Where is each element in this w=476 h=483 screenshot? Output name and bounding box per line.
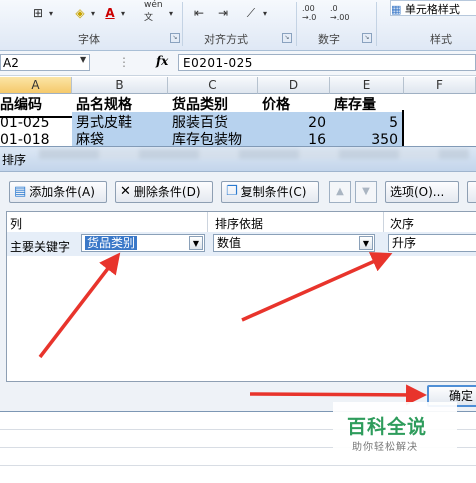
column-header-f[interactable]: F <box>404 77 476 94</box>
chevron-down-icon[interactable]: ▾ <box>118 4 128 22</box>
chevron-down-icon[interactable]: ▼ <box>80 55 86 64</box>
delete-level-label: 删除条件(D) <box>133 185 201 199</box>
delete-icon: ✕ <box>120 184 131 199</box>
chevron-down-icon[interactable]: ▼ <box>359 236 373 250</box>
phonetic-icon[interactable]: wén 文 <box>144 0 166 23</box>
table-cell[interactable]: 16 <box>258 130 330 146</box>
watermark-subtitle: 助你轻松解决 <box>352 442 418 453</box>
indent-decrease-icon[interactable]: ⇤ <box>190 4 208 22</box>
chevron-down-icon[interactable]: ▼ <box>189 236 203 250</box>
column-header-d[interactable]: D <box>258 77 330 94</box>
cell-styles-label: 单元格样式 <box>404 3 460 16</box>
group-label-alignment: 对齐方式 <box>204 33 248 46</box>
primary-key-label: 主要关键字 <box>10 240 71 254</box>
font-launcher-icon[interactable]: ↘ <box>170 33 180 43</box>
sort-levels-grid: 列 排序依据 次序 主要关键字 货品类别 ▼ 数值 ▼ 升序 <box>6 211 476 382</box>
copy-level-button[interactable]: ❐ 复制条件(C) <box>221 181 319 203</box>
column-header-b[interactable]: B <box>72 77 168 94</box>
dots-icon: ⋮ <box>118 55 130 69</box>
table-cell[interactable]: 库存包装物 <box>168 130 258 146</box>
alignment-launcher-icon[interactable]: ↘ <box>282 33 292 43</box>
watermark: 百科全说 助你轻松解决 <box>333 402 457 460</box>
table-border <box>402 110 404 146</box>
add-level-icon: ▤ <box>14 184 27 199</box>
sort-on-value: 数值 <box>217 236 242 250</box>
table-cell[interactable]: 350 <box>330 130 402 146</box>
delete-level-button[interactable]: ✕ 删除条件(D) <box>115 181 213 203</box>
divider <box>376 2 377 46</box>
formula-bar: A2 ▼ ⋮ fx E0201-025 <box>0 51 476 76</box>
grid-header-order: 次序 <box>390 217 415 231</box>
font-color-icon[interactable]: A <box>102 4 118 22</box>
add-level-button[interactable]: ▤ 添加条件(A) <box>9 181 107 203</box>
column-header-a[interactable]: A <box>0 77 72 94</box>
grid-header-column: 列 <box>10 217 23 231</box>
watermark-title: 百科全说 <box>347 416 428 438</box>
number-launcher-icon[interactable]: ↘ <box>362 33 372 43</box>
dialog-titlebar: 排序 <box>0 147 476 172</box>
move-down-icon: ▼ <box>362 186 370 197</box>
sort-column-select[interactable]: 货品类别 ▼ <box>81 234 205 252</box>
cell-styles-button[interactable]: ▦ 单元格样式 <box>390 0 476 16</box>
copy-level-label: 复制条件(C) <box>240 185 307 199</box>
order-value: 升序 <box>392 236 417 250</box>
column-header-c[interactable]: C <box>168 77 258 94</box>
name-box[interactable]: A2 <box>0 54 90 71</box>
sort-dialog: 排序 ▤ 添加条件(A) ✕ 删除条件(D) ❐ 复制条件(C) ▲ ▼ 选项(O).… <box>0 146 476 412</box>
sort-on-select[interactable]: 数值 ▼ <box>213 234 375 252</box>
copy-icon: ❐ <box>226 184 238 199</box>
chevron-down-icon[interactable]: ▾ <box>88 4 98 22</box>
group-label-number: 数字 <box>318 33 340 46</box>
divider <box>296 2 297 46</box>
divider <box>383 212 384 232</box>
move-up-button[interactable]: ▲ <box>329 181 351 203</box>
header-checkbox[interactable] <box>467 181 476 203</box>
divider <box>182 2 183 46</box>
increase-decimal-icon[interactable]: .00 →.0 <box>302 4 324 22</box>
ok-label: 确定 <box>449 389 474 403</box>
options-label: 选项(O)... <box>390 185 445 199</box>
group-label-styles: 样式 <box>430 33 452 46</box>
orientation-icon[interactable]: ⟋ <box>242 4 260 22</box>
grid-header-sort-on: 排序依据 <box>215 217 264 231</box>
table-cell[interactable]: 01-018 <box>0 130 72 146</box>
decrease-decimal-icon[interactable]: .0 →.00 <box>330 4 352 22</box>
sort-column-value: 货品类别 <box>85 236 138 250</box>
column-header-e[interactable]: E <box>330 77 404 94</box>
ribbon: ⊞ ▾ ◈ ▾ A ▾ wén 文 ▾ 字体 ↘ ⇤ ⇥ ⟋ ▾ 对齐方式 ↘ … <box>0 0 476 51</box>
options-button[interactable]: 选项(O)... <box>385 181 459 203</box>
borders-icon[interactable]: ⊞ <box>30 4 46 22</box>
move-up-icon: ▲ <box>336 186 344 197</box>
chevron-down-icon[interactable]: ▾ <box>166 4 176 22</box>
order-select[interactable]: 升序 <box>388 234 476 252</box>
chevron-down-icon[interactable]: ▾ <box>46 4 56 22</box>
divider <box>207 212 208 232</box>
blurred-content <box>39 149 469 159</box>
indent-increase-icon[interactable]: ⇥ <box>214 4 232 22</box>
add-level-label: 添加条件(A) <box>29 185 95 199</box>
formula-input[interactable]: E0201-025 <box>178 54 476 71</box>
insert-function-button[interactable]: fx <box>156 54 168 68</box>
group-label-font: 字体 <box>78 33 100 46</box>
move-down-button[interactable]: ▼ <box>355 181 377 203</box>
chevron-down-icon[interactable]: ▾ <box>260 4 270 22</box>
cell-styles-icon: ▦ <box>391 3 402 16</box>
fill-color-icon[interactable]: ◈ <box>72 4 88 22</box>
table-cell[interactable]: 麻袋 <box>72 130 168 146</box>
dialog-title: 排序 <box>2 153 27 167</box>
